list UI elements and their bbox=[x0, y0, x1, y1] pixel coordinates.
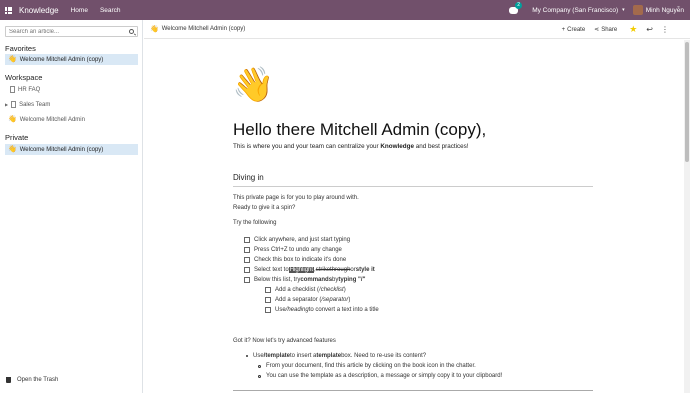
checkbox[interactable] bbox=[244, 247, 250, 253]
section-heading[interactable]: Diving in bbox=[233, 173, 264, 182]
waving-hand-icon: 👋 bbox=[8, 116, 17, 123]
nav-search-link[interactable]: Search bbox=[100, 7, 121, 14]
share-button[interactable]: ⋖ Share bbox=[594, 26, 618, 34]
sidebar-item-sales-team[interactable]: ▶ Sales Team bbox=[5, 99, 138, 110]
document-icon bbox=[10, 86, 15, 93]
checkbox[interactable] bbox=[265, 287, 271, 293]
sidebar-item-private-welcome-copy[interactable]: 👋 Welcome Mitchell Admin (copy) bbox=[5, 144, 138, 155]
sidebar-item-label: Sales Team bbox=[19, 101, 51, 108]
search-icon[interactable] bbox=[129, 29, 134, 34]
search-input[interactable] bbox=[6, 28, 124, 35]
company-switcher[interactable]: My Company (San Francisco) bbox=[532, 7, 618, 14]
article-title[interactable]: Hello there Mitchell Admin (copy), bbox=[233, 120, 486, 140]
checklist-item[interactable]: Press Ctrl+Z to undo any change bbox=[244, 247, 342, 253]
bullet bbox=[258, 374, 261, 378]
favorites-title: Favorites bbox=[5, 44, 36, 53]
user-name[interactable]: Minh Nguyễn bbox=[646, 7, 684, 14]
sidebar-item-label: HR FAQ bbox=[18, 86, 41, 93]
chevron-down-icon[interactable]: ▾ bbox=[622, 7, 625, 13]
create-label: Create bbox=[567, 26, 586, 33]
knowledge-sidebar: Favorites 👋 Welcome Mitchell Admin (copy… bbox=[0, 20, 143, 393]
checklist-item[interactable]: Below this list, try commands by typing … bbox=[244, 277, 365, 283]
search-box[interactable] bbox=[5, 26, 138, 37]
workspace-title: Workspace bbox=[5, 73, 43, 82]
scrollbar-thumb[interactable] bbox=[685, 42, 689, 162]
checkbox[interactable] bbox=[244, 257, 250, 263]
article-lead[interactable]: This is where you and your team can cent… bbox=[233, 143, 469, 150]
sidebar-item-label: Welcome Mitchell Admin bbox=[19, 116, 85, 123]
article-topbar: 👋 Welcome Mitchell Admin (copy) + Create… bbox=[144, 20, 690, 39]
trash-label: Open the Trash bbox=[17, 377, 59, 383]
checklist-item[interactable]: Check this box to indicate it's done bbox=[244, 257, 346, 263]
private-title: Private bbox=[5, 133, 29, 142]
paragraph[interactable]: This private page is for you to play aro… bbox=[233, 195, 359, 201]
trash-icon bbox=[6, 377, 11, 383]
bullet bbox=[258, 364, 261, 368]
share-icon: ⋖ bbox=[594, 27, 600, 33]
waving-hand-icon[interactable]: 👋 bbox=[232, 68, 274, 102]
chat-badge: 2 bbox=[515, 1, 522, 9]
list-item[interactable]: Use /template to insert a template box. … bbox=[246, 353, 426, 359]
reply-icon[interactable]: ↩ bbox=[646, 25, 653, 34]
waving-hand-icon: 👋 bbox=[8, 146, 17, 153]
bullet bbox=[246, 355, 248, 357]
waving-hand-icon: 👋 bbox=[8, 56, 17, 63]
document-icon bbox=[11, 101, 17, 108]
app-name[interactable]: Knowledge bbox=[19, 6, 59, 15]
checklist-item[interactable]: Add a checklist (/checklist) bbox=[265, 287, 346, 293]
sidebar-item-welcome-admin[interactable]: 👋 Welcome Mitchell Admin bbox=[5, 114, 138, 125]
checkbox[interactable] bbox=[265, 307, 271, 313]
divider bbox=[233, 186, 593, 187]
apps-menu-icon[interactable] bbox=[5, 6, 12, 14]
create-button[interactable]: + Create bbox=[562, 27, 586, 33]
sidebar-item-label: Welcome Mitchell Admin (copy) bbox=[19, 146, 104, 153]
chat-icon[interactable]: 2 bbox=[509, 1, 522, 14]
checklist-item[interactable]: Add a separator (/separator) bbox=[265, 297, 350, 303]
list-item[interactable]: From your document, find this article by… bbox=[258, 363, 476, 369]
list-item[interactable]: You can use the template as a descriptio… bbox=[258, 373, 502, 379]
checklist-item[interactable]: Use /heading to convert a text into a ti… bbox=[265, 307, 379, 313]
article-body[interactable]: 👋 Hello there Mitchell Admin (copy), Thi… bbox=[144, 40, 684, 393]
checkbox[interactable] bbox=[244, 237, 250, 243]
caret-right-icon[interactable]: ▶ bbox=[5, 102, 8, 107]
open-trash-link[interactable]: Open the Trash bbox=[6, 377, 58, 383]
paragraph[interactable]: Try the following bbox=[233, 220, 276, 226]
checkbox[interactable] bbox=[244, 267, 250, 273]
waving-hand-icon: 👋 bbox=[150, 25, 159, 33]
sidebar-item-hr-faq[interactable]: HR FAQ bbox=[5, 84, 138, 95]
breadcrumb: 👋 Welcome Mitchell Admin (copy) bbox=[150, 26, 245, 33]
plus-icon: + bbox=[561, 26, 566, 33]
star-icon[interactable]: ★ bbox=[629, 24, 637, 35]
checkbox[interactable] bbox=[244, 277, 250, 283]
more-options-icon[interactable]: ⋮ bbox=[661, 25, 669, 34]
avatar[interactable] bbox=[632, 5, 643, 15]
share-label: Share bbox=[601, 26, 618, 33]
paragraph[interactable]: Got it? Now let's try advanced features bbox=[233, 338, 336, 344]
sidebar-item-favorite-welcome-copy[interactable]: 👋 Welcome Mitchell Admin (copy) bbox=[5, 54, 138, 65]
checklist-item[interactable]: Click anywhere, and just start typing bbox=[244, 237, 350, 243]
sidebar-item-label: Welcome Mitchell Admin (copy) bbox=[19, 56, 104, 63]
top-navbar: Knowledge Home Search 2 My Company (San … bbox=[0, 0, 690, 20]
checklist-item[interactable]: Select text to Highlight, strikethrough … bbox=[244, 267, 375, 273]
breadcrumb-title: Welcome Mitchell Admin (copy) bbox=[161, 26, 246, 32]
checkbox[interactable] bbox=[265, 297, 271, 303]
paragraph[interactable]: Ready to give it a spin? bbox=[233, 205, 295, 211]
nav-home-link[interactable]: Home bbox=[71, 7, 88, 14]
